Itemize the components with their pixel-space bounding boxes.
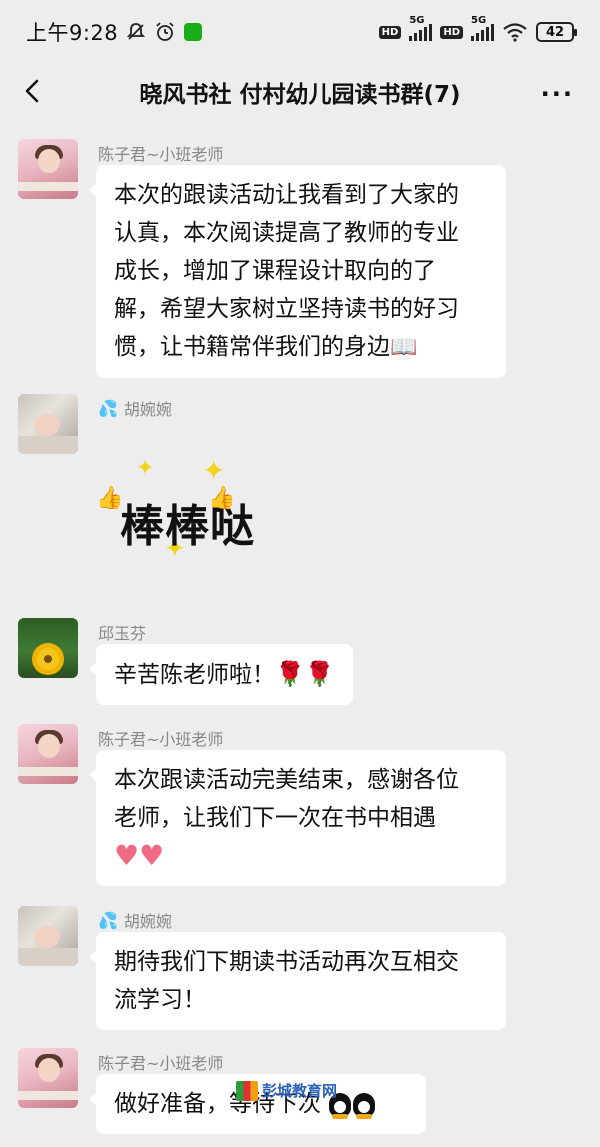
watermark-logo-icon [236,1080,258,1101]
sender-name: 邱玉芬 [98,624,147,643]
status-left: 上午9:28 [26,17,203,47]
message-bubble[interactable]: 本次的跟读活动让我看到了大家的 认真，本次阅读提高了教师的专业 成长，增加了课程… [89,165,506,378]
sender-name: 陈子君~小班老师 [98,145,224,164]
message-line: 惯，让书籍常伴我们的身边 [114,334,390,360]
status-right: HD 5G HD 5G 42 [378,15,577,42]
chat-header: 晓风书社 付村幼儿园读书群(7) ··· [0,64,600,120]
message-line: 认真，本次阅读提高了教师的专业 [114,220,459,246]
message-text: 辛苦陈老师啦！ [114,662,275,688]
wifi-icon [503,23,527,42]
status-time: 上午9:28 [26,21,119,45]
alarm-icon [156,22,174,41]
signal-icon-2: 5G [471,15,494,41]
back-arrow-icon[interactable] [18,76,48,106]
message-bubble[interactable]: 期待我们下期读书活动再次互相交 流学习！ [89,932,506,1030]
heart-emoji-icon: ♥♥ [114,839,165,872]
water-drop-icon: 💦 [98,910,118,930]
sender-name-row: 💦 胡婉婉 [98,396,172,420]
avatar[interactable] [18,724,78,784]
more-options-icon[interactable]: ··· [541,80,574,108]
avatar[interactable] [18,394,78,454]
battery-icon: 42 [536,22,577,42]
sender-name-row: 💦 胡婉婉 [98,908,172,932]
message-line: 成长，增加了课程设计取向的了 [114,258,436,284]
water-drop-icon: 💦 [98,398,118,418]
message-line: 解，希望大家树立坚持读书的好习 [114,296,459,322]
signal-icon: 5G [409,15,433,41]
message-line: 本次跟读活动完美结束，感谢各位 [114,767,459,793]
hd-icon: HD [378,25,402,39]
book-emoji-icon: 📖 [390,335,418,360]
message-bubble[interactable]: 辛苦陈老师啦！🌹🌹 [89,644,353,705]
sparkle-icon: ✦ [202,454,226,487]
rose-emoji-icon: 🌹🌹 [275,660,335,688]
mute-bell-icon [126,23,146,40]
thumbs-up-icon: 👍 [208,486,236,511]
penguin-emoji-icon [353,1092,376,1119]
sender-name: 胡婉婉 [123,912,172,931]
message-line: 老师，让我们下一次在书中相遇 [114,805,436,831]
avatar[interactable] [18,1048,78,1108]
sender-name: 胡婉婉 [123,400,172,419]
status-bar: 上午9:28 HD 5G HD 5G 42 [0,0,600,64]
message-line: 期待我们下期读书活动再次互相交 [114,949,459,975]
message-bubble[interactable]: 本次跟读活动完美结束，感谢各位 老师，让我们下一次在书中相遇 ♥♥ [89,750,506,886]
avatar[interactable] [18,618,78,678]
avatar[interactable] [18,139,78,199]
avatar[interactable] [18,906,78,966]
sender-name: 陈子君~小班老师 [98,1054,224,1073]
message-line: 本次的跟读活动让我看到了大家的 [114,182,459,208]
hd-icon-2: HD [440,25,463,39]
watermark-text: 彭城教育网 [262,1082,338,1100]
app-notification-icon [184,23,203,41]
chat-title: 晓风书社 付村幼儿园读书群(7) [139,82,461,108]
watermark: 彭城教育网 [236,1080,337,1101]
sender-name: 陈子君~小班老师 [98,730,224,749]
message-line: 流学习！ [114,987,206,1013]
sparkle-icon: ✦ [136,456,155,481]
battery-level: 42 [545,24,565,40]
sticker-image[interactable]: ✦ ✦ ✦ 👍 棒棒哒 👍 [96,452,276,582]
